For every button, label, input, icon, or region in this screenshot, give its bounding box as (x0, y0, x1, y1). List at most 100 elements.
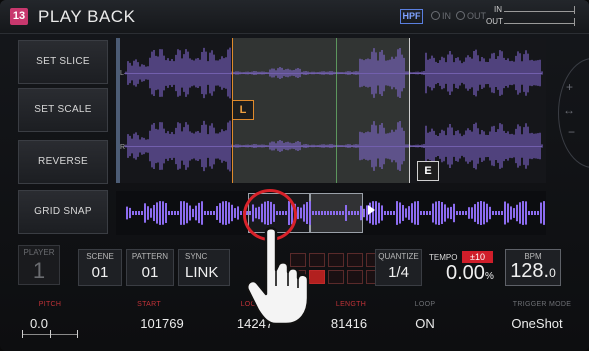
overview-waveform-bar (321, 211, 323, 215)
overview-waveform-bar (147, 206, 149, 220)
overview-waveform-bar (435, 201, 437, 225)
pitch-tick-center (50, 330, 51, 338)
overview-waveform-bar (189, 205, 191, 221)
overview-waveform-bar (450, 206, 452, 220)
overview-waveform-bar (201, 201, 203, 225)
scene-value: 01 (91, 264, 109, 281)
overview-waveform-bar (378, 202, 380, 224)
overview-waveform-bar (399, 202, 401, 224)
overview-waveform-bar (423, 211, 425, 215)
overview-waveform-bar (330, 211, 332, 215)
pitch-tick-left (22, 330, 23, 338)
overview-waveform-bar (486, 203, 488, 223)
overview-waveform-bar (456, 211, 458, 215)
overview-waveform-bar (381, 205, 383, 221)
overview-waveform-bar (192, 208, 194, 218)
overview-waveform-bar (342, 211, 344, 215)
overview-waveform-bar (477, 201, 479, 225)
overview-waveform-bar (480, 201, 482, 225)
overview-waveform-bar (411, 203, 413, 223)
pad-cell[interactable] (347, 253, 363, 267)
player-label: PLAYER (23, 248, 55, 257)
overview-waveform-bar (498, 211, 500, 215)
overview-waveform-bar (132, 211, 134, 215)
overview-waveform-bar (525, 201, 527, 225)
overview-waveform-bar (198, 202, 200, 224)
overview-waveform-bar (360, 205, 362, 221)
overview-waveform-bar (174, 211, 176, 215)
overview-waveform-bar (417, 201, 419, 225)
overview-waveform-bar (222, 201, 224, 225)
overview-waveform-bar (393, 211, 395, 215)
pattern-box[interactable]: PATTERN 01 (126, 249, 174, 286)
overview-waveform-bar (204, 211, 206, 215)
overview-waveform-bar (447, 207, 449, 219)
overview-waveform-bar (231, 204, 233, 222)
overview-waveform-bar (444, 204, 446, 222)
overview-waveform-bar (504, 201, 506, 225)
overview-waveform-bar (453, 203, 455, 223)
overview-waveform-bar (207, 211, 209, 215)
tempo-unit: % (484, 271, 494, 282)
trigger-mode-value[interactable]: OneShot (492, 316, 582, 331)
overview-waveform-bar (237, 206, 239, 220)
overview-waveform-bar (183, 201, 185, 225)
pitch-label: PITCH (38, 301, 62, 308)
overview-waveform-bar (168, 211, 170, 215)
overview-waveform-bar (438, 201, 440, 225)
pitch-value[interactable]: 0.0 (0, 316, 84, 331)
overview-waveform-bar (339, 211, 341, 215)
overview-waveform-bar (300, 207, 302, 219)
overview-waveform-bar (492, 211, 494, 215)
quantize-box[interactable]: QUANTIZE 1/4 (375, 249, 422, 286)
pad-cell[interactable] (347, 270, 363, 284)
overview-waveform-bar (465, 211, 467, 215)
bpm-value: 128. (510, 260, 550, 282)
overview-waveform-bar (348, 211, 350, 215)
scene-box[interactable]: SCENE 01 (78, 249, 122, 286)
tempo-label: TEMPO (429, 253, 458, 262)
overview-waveform-bar (426, 211, 428, 215)
player-value: 1 (32, 258, 46, 283)
scene-label: SCENE (86, 252, 114, 261)
start-label: START (137, 301, 161, 308)
overview-waveform-bar (297, 206, 299, 220)
overview-waveform-bar (489, 206, 491, 220)
overview-waveform-bar (216, 206, 218, 220)
overview-waveform-bar (432, 203, 434, 223)
sync-box[interactable]: SYNC LINK (178, 249, 230, 286)
overview-waveform-bar (507, 203, 509, 223)
overview-waveform-bar (141, 211, 143, 215)
overview-waveform-bar (483, 201, 485, 225)
pad-cell[interactable] (328, 270, 344, 284)
play-triangle-icon (368, 205, 375, 215)
overview-waveform-bar (219, 203, 221, 223)
overview-waveform-bar (144, 203, 146, 223)
overview-waveform-bar (474, 204, 476, 222)
overview-waveform-bar (171, 211, 173, 215)
overview-waveform-bar (543, 201, 545, 225)
overview-waveform-bar (150, 208, 152, 218)
overview-waveform-bar (324, 211, 326, 215)
loop-value[interactable]: ON (380, 316, 470, 331)
overview-waveform-bar (153, 204, 155, 222)
overview-waveform-bar (522, 201, 524, 225)
overview-waveform-bar (537, 211, 539, 215)
bpm-box[interactable]: BPM 128.0 (505, 249, 561, 286)
playback-screen: 13 PLAY BACK HPF IN OUT IN OUT SET SLICE… (0, 0, 589, 351)
overview-waveform-bar (225, 201, 227, 225)
overview-waveform-bar (513, 208, 515, 218)
overview-waveform-bar (540, 202, 542, 224)
overview-waveform-bar (186, 202, 188, 224)
overview-waveform-bar (462, 211, 464, 215)
trigger-mode-label: TRIGGER MODE (512, 301, 572, 308)
start-value[interactable]: 101769 (117, 316, 207, 331)
pad-cell[interactable] (328, 253, 344, 267)
overview-waveform-bar (126, 206, 128, 220)
overview-waveform-bar (363, 208, 365, 218)
overview-waveform-bar (384, 211, 386, 215)
overview-waveform-bar (135, 211, 137, 215)
overview-waveform-bar (327, 211, 329, 215)
overview-waveform-bar (516, 204, 518, 222)
overview-waveform-bar (345, 205, 347, 221)
